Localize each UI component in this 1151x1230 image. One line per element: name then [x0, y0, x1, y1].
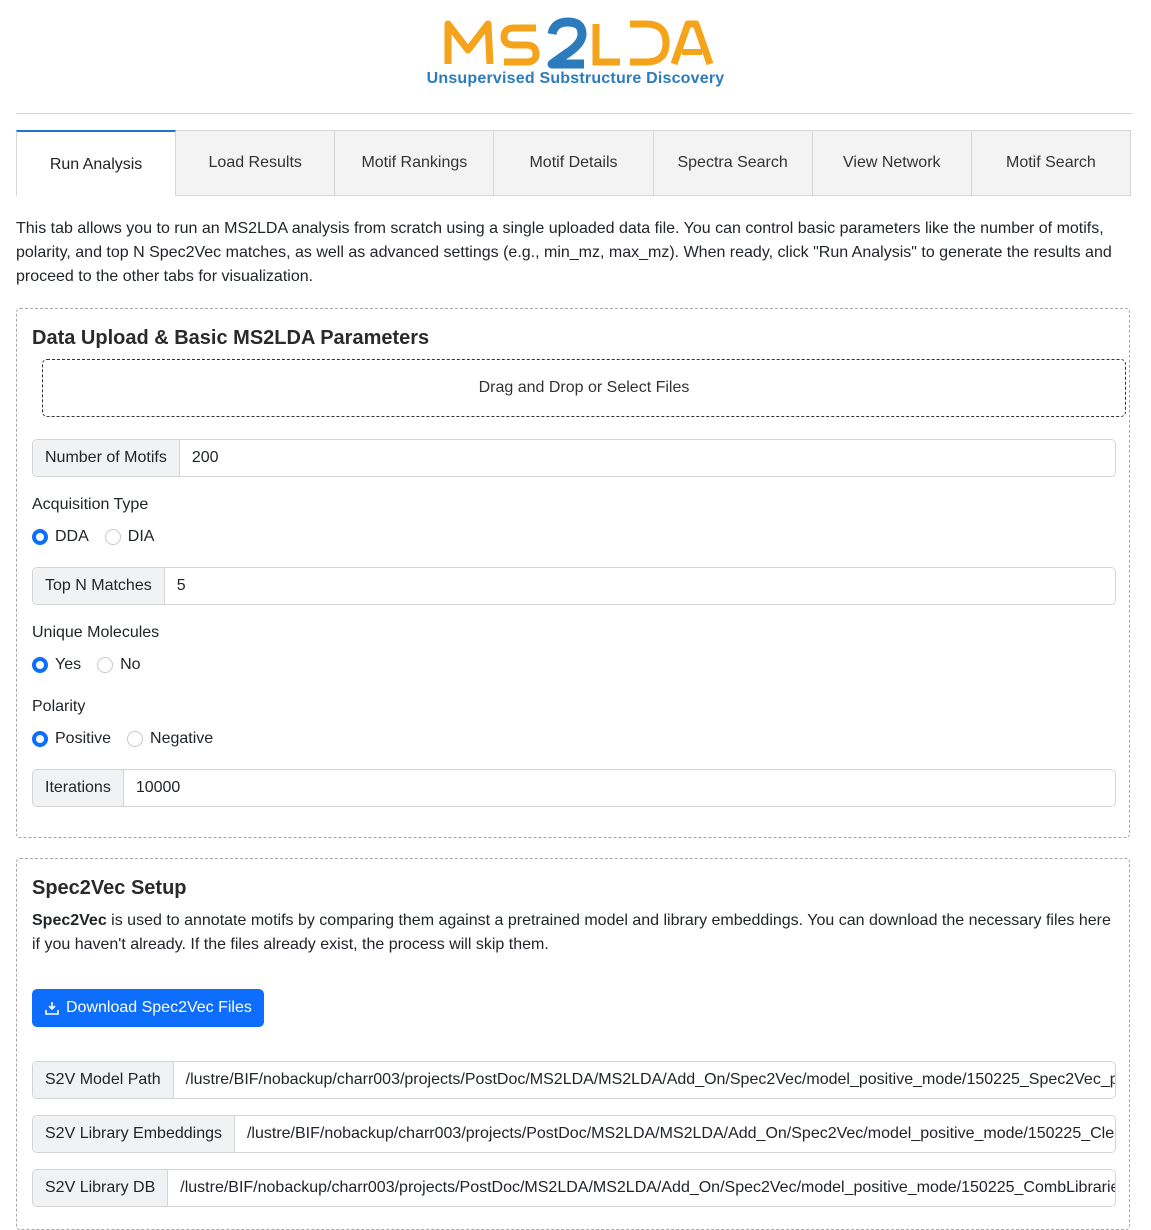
app-logo: Unsupervised Substructure Discovery [0, 8, 1151, 98]
spec2vec-description: Spec2Vec is used to annotate motifs by c… [32, 909, 1117, 957]
unique-molecules-radios: Yes No [32, 656, 157, 674]
tab-view-network[interactable]: View Network [812, 130, 972, 196]
iterations-group: Iterations 10000 [32, 769, 1116, 807]
radio-yes-label: Yes [55, 656, 82, 673]
tab-motif-details[interactable]: Motif Details [494, 130, 654, 196]
tab-run-analysis[interactable]: Run Analysis [16, 130, 177, 196]
radio-dda-indicator [32, 529, 48, 545]
acquisition-type-label: Acquisition Type [32, 496, 149, 513]
tab-spectra-search[interactable]: Spectra Search [653, 130, 813, 196]
top-n-group: Top N Matches 5 [32, 567, 1116, 605]
iterations-input[interactable]: 10000 [123, 770, 1115, 806]
top-n-label: Top N Matches [33, 568, 165, 604]
s2v-library-db-label: S2V Library DB [33, 1170, 169, 1206]
spec2vec-title: Spec2Vec Setup [32, 877, 187, 899]
download-spec2vec-button[interactable]: Download Spec2Vec Files [32, 989, 264, 1027]
s2v-model-path-group: S2V Model Path /lustre/BIF/nobackup/char… [32, 1061, 1116, 1099]
basic-parameters-title: Data Upload & Basic MS2LDA Parameters [32, 327, 430, 349]
ms2lda-logo-mark [444, 17, 714, 69]
num-motifs-input[interactable]: 200 [179, 440, 1115, 476]
radio-positive[interactable]: Positive [32, 730, 111, 748]
radio-dda[interactable]: DDA [32, 528, 89, 546]
upload-text: Drag and Drop or Select Files [478, 379, 690, 396]
iterations-label: Iterations [33, 770, 124, 806]
header-divider [16, 113, 1132, 114]
tab-motif-search[interactable]: Motif Search [971, 130, 1131, 196]
radio-no[interactable]: No [97, 656, 141, 674]
s2v-library-embeddings-label: S2V Library Embeddings [33, 1116, 235, 1152]
spec2vec-desc-text: is used to annotate motifs by comparing … [32, 912, 1111, 953]
top-n-input[interactable]: 5 [164, 568, 1115, 604]
s2v-model-path-label: S2V Model Path [33, 1062, 174, 1098]
spec2vec-card: Spec2Vec Setup Spec2Vec is used to annot… [16, 858, 1130, 1230]
file-upload-dropzone[interactable]: Drag and Drop or Select Files [42, 359, 1126, 417]
tab-load-results[interactable]: Load Results [176, 130, 336, 196]
s2v-model-path-input[interactable]: /lustre/BIF/nobackup/charr003/projects/P… [173, 1062, 1115, 1098]
radio-negative[interactable]: Negative [127, 730, 213, 748]
tab-bar: Run Analysis Load Results Motif Rankings… [16, 130, 1131, 196]
radio-negative-indicator [127, 731, 144, 747]
polarity-radios: Positive Negative [32, 730, 229, 748]
radio-positive-label: Positive [55, 730, 112, 747]
radio-positive-indicator [32, 731, 48, 747]
radio-negative-label: Negative [150, 730, 214, 747]
radio-yes-indicator [32, 657, 48, 673]
logo-tagline: Unsupervised Substructure Discovery [426, 70, 725, 87]
radio-no-indicator [97, 657, 114, 673]
polarity-label: Polarity [32, 698, 86, 715]
s2v-library-embeddings-group: S2V Library Embeddings /lustre/BIF/nobac… [32, 1115, 1116, 1153]
acquisition-type-radios: DDA DIA [32, 528, 170, 546]
s2v-library-embeddings-input[interactable]: /lustre/BIF/nobackup/charr003/projects/P… [234, 1116, 1115, 1152]
radio-yes[interactable]: Yes [32, 656, 81, 674]
radio-no-label: No [120, 656, 141, 673]
s2v-library-db-input[interactable]: /lustre/BIF/nobackup/charr003/projects/P… [168, 1170, 1115, 1206]
radio-dia-indicator [104, 529, 121, 545]
download-icon [44, 1000, 60, 1016]
tab-motif-rankings[interactable]: Motif Rankings [335, 130, 495, 196]
s2v-library-db-group: S2V Library DB /lustre/BIF/nobackup/char… [32, 1169, 1116, 1207]
num-motifs-label: Number of Motifs [33, 440, 180, 476]
basic-parameters-card: Data Upload & Basic MS2LDA Parameters Dr… [16, 308, 1130, 838]
radio-dia[interactable]: DIA [104, 528, 155, 546]
download-button-label: Download Spec2Vec Files [66, 999, 252, 1016]
num-motifs-group: Number of Motifs 200 [32, 439, 1116, 477]
radio-dia-label: DIA [127, 528, 155, 545]
radio-dda-label: DDA [55, 528, 89, 545]
unique-molecules-label: Unique Molecules [32, 624, 160, 641]
intro-text: This tab allows you to run an MS2LDA ana… [16, 220, 1112, 285]
spec2vec-desc-bold: Spec2Vec [32, 912, 107, 929]
